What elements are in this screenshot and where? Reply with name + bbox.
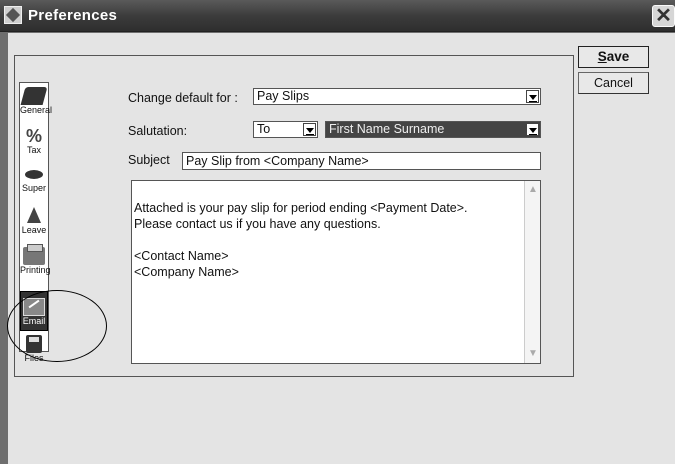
printer-icon [23,244,45,265]
change-default-value: Pay Slips [257,89,310,103]
super-icon [23,165,45,183]
dialog-body: General % Tax Super Leave Printing Email… [7,33,675,464]
preferences-window: Preferences ✕ General % Tax Super Leave … [0,0,675,464]
sidebar-item-printing[interactable]: Printing [20,244,51,287]
sidebar-item-tax[interactable]: % Tax [20,127,48,167]
sidebar-item-label: Printing [20,265,51,275]
save-button[interactable]: Save [578,46,649,68]
subject-input[interactable]: Pay Slip from <Company Name> [182,152,541,170]
scroll-down-icon[interactable]: ▼ [526,347,540,361]
chevron-down-icon[interactable] [303,123,316,136]
general-icon [20,87,48,105]
cancel-button[interactable]: Cancel [578,72,649,94]
email-body-textarea[interactable]: Attached is your pay slip for period end… [131,180,541,364]
chevron-down-icon[interactable] [526,90,539,103]
name-format-select[interactable]: First Name Surname [325,121,541,138]
highlight-circle [7,290,107,362]
sidebar-item-super[interactable]: Super [20,165,48,205]
close-button[interactable]: ✕ [652,5,675,27]
change-default-label: Change default for : [128,91,238,105]
sidebar-item-leave[interactable]: Leave [20,207,48,247]
save-label: ave [606,49,630,64]
email-body-text: Attached is your pay slip for period end… [134,201,468,279]
window-title: Preferences [28,7,118,24]
sidebar-item-label: Leave [21,225,47,235]
sidebar-item-label: General [20,105,53,115]
sidebar-item-label: Super [21,183,47,193]
body-scrollbar[interactable]: ▲ ▼ [524,181,540,363]
chevron-down-icon[interactable] [526,123,539,136]
percent-icon: % [25,126,42,146]
salutation-label: Salutation: [128,124,188,138]
sidebar-item-label: Tax [26,145,41,155]
change-default-select[interactable]: Pay Slips [253,88,541,105]
name-format-value: First Name Surname [329,122,445,136]
salutation-select[interactable]: To [253,121,318,138]
title-bar: Preferences ✕ [0,0,675,32]
app-icon [4,6,22,24]
leave-icon [23,207,45,225]
sidebar-item-general[interactable]: General [20,87,53,127]
save-mnemonic: S [597,49,607,64]
subject-label: Subject [128,153,170,167]
scroll-up-icon[interactable]: ▲ [526,183,540,197]
salutation-value: To [257,122,271,136]
